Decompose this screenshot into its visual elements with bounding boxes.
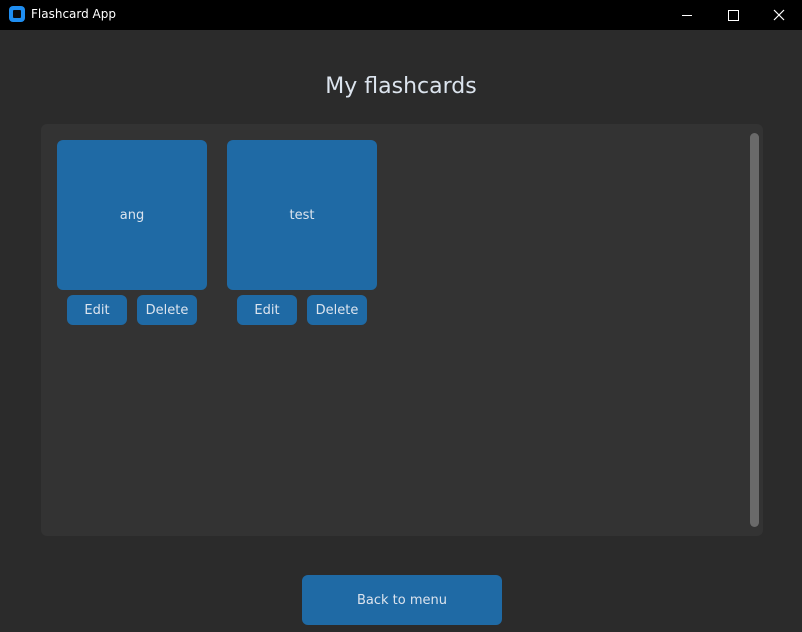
- flashcard-tile[interactable]: test: [227, 140, 377, 290]
- close-button[interactable]: [756, 0, 802, 30]
- page-title: My flashcards: [325, 74, 477, 99]
- window-title: Flashcard App: [31, 7, 116, 21]
- window-titlebar: Flashcard App: [0, 0, 802, 30]
- close-icon: [773, 9, 785, 21]
- flashcard-label: test: [289, 207, 315, 223]
- app-icon: [9, 6, 25, 22]
- delete-button[interactable]: Delete: [137, 295, 197, 325]
- scrollbar[interactable]: [750, 133, 759, 527]
- maximize-icon: [727, 9, 739, 21]
- flashcard-tile[interactable]: ang: [57, 140, 207, 290]
- maximize-button[interactable]: [710, 0, 756, 30]
- flashcard-label: ang: [119, 207, 145, 223]
- back-to-menu-button[interactable]: Back to menu: [302, 575, 502, 625]
- edit-button[interactable]: Edit: [67, 295, 127, 325]
- delete-button[interactable]: Delete: [307, 295, 367, 325]
- edit-button[interactable]: Edit: [237, 295, 297, 325]
- minimize-icon: [682, 14, 692, 16]
- minimize-button[interactable]: [664, 0, 710, 30]
